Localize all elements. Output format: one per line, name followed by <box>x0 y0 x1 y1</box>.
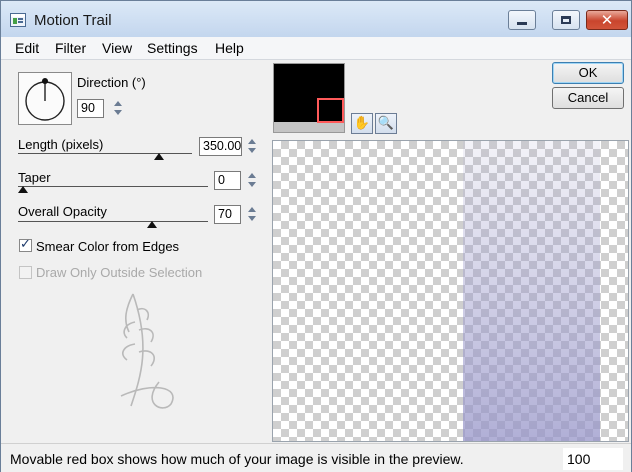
minimize-icon <box>517 22 527 25</box>
length-slider-track[interactable] <box>18 153 192 154</box>
down-arrow-icon <box>248 216 256 221</box>
direction-dial-icon <box>25 78 65 121</box>
smear-checkbox[interactable] <box>19 237 32 252</box>
taper-slider-track[interactable] <box>18 186 208 187</box>
taper-label: Taper <box>18 170 51 185</box>
direction-input[interactable]: 90 <box>77 99 104 118</box>
direction-label: Direction (°) <box>77 75 146 90</box>
menu-view[interactable]: View <box>102 40 132 56</box>
watermark-logo <box>120 293 174 409</box>
up-arrow-icon <box>248 173 256 178</box>
down-arrow-icon <box>248 148 256 153</box>
zoom-level: 100 <box>563 448 623 470</box>
direction-decrement[interactable] <box>110 108 126 117</box>
direction-dial[interactable] <box>18 72 72 125</box>
window-title: Motion Trail <box>34 12 112 29</box>
maximize-button[interactable] <box>552 10 580 30</box>
opacity-increment[interactable] <box>244 205 260 214</box>
pan-tool-button[interactable]: ✋ <box>351 113 373 134</box>
length-increment[interactable] <box>244 137 260 146</box>
taper-slider-thumb[interactable] <box>18 186 28 193</box>
taper-decrement[interactable] <box>244 180 260 189</box>
menu-edit[interactable]: Edit <box>15 40 39 56</box>
down-arrow-icon <box>114 110 122 115</box>
zoom-tool-button[interactable]: 🔍 <box>375 113 397 134</box>
menu-settings[interactable]: Settings <box>147 40 198 56</box>
menu-filter[interactable]: Filter <box>55 40 86 56</box>
minimize-button[interactable] <box>508 10 536 30</box>
up-arrow-icon <box>248 139 256 144</box>
length-spinner[interactable] <box>244 137 260 155</box>
motion-trail-dialog: Motion Trail ✕ Edit Filter View Settings… <box>0 0 632 472</box>
menu-help[interactable]: Help <box>215 40 244 56</box>
draw-outside-checkbox[interactable] <box>19 266 32 279</box>
cancel-button[interactable]: Cancel <box>552 87 624 109</box>
smear-label[interactable]: Smear Color from Edges <box>36 239 179 254</box>
preview-trail <box>463 141 600 441</box>
ok-button[interactable]: OK <box>552 62 624 84</box>
draw-outside-label[interactable]: Draw Only Outside Selection <box>36 265 202 280</box>
direction-increment[interactable] <box>110 99 126 108</box>
hand-icon: ✋ <box>353 116 371 131</box>
direction-spinner[interactable] <box>110 99 126 117</box>
magnifier-icon: 🔍 <box>377 116 395 131</box>
opacity-input[interactable]: 70 <box>214 205 241 224</box>
opacity-spinner[interactable] <box>244 205 260 223</box>
maximize-icon <box>561 16 571 24</box>
close-button[interactable]: ✕ <box>586 10 628 30</box>
status-text: Movable red box shows how much of your i… <box>10 451 464 467</box>
app-icon <box>10 13 26 27</box>
taper-input[interactable]: 0 <box>214 171 241 190</box>
taper-spinner[interactable] <box>244 171 260 189</box>
title-bar[interactable]: Motion Trail ✕ <box>1 1 631 37</box>
opacity-label: Overall Opacity <box>18 204 107 219</box>
length-slider-thumb[interactable] <box>154 153 164 160</box>
down-arrow-icon <box>248 182 256 187</box>
preview-area[interactable] <box>272 140 629 442</box>
status-bar: Movable red box shows how much of your i… <box>1 443 631 472</box>
opacity-slider-track[interactable] <box>18 221 208 222</box>
length-label: Length (pixels) <box>18 137 104 152</box>
navigator-thumbnail[interactable] <box>273 63 345 133</box>
opacity-slider-thumb[interactable] <box>147 221 157 228</box>
visible-area-box[interactable] <box>317 98 344 123</box>
length-input[interactable]: 350.00 <box>199 137 242 156</box>
up-arrow-icon <box>248 207 256 212</box>
up-arrow-icon <box>114 101 122 106</box>
taper-increment[interactable] <box>244 171 260 180</box>
length-decrement[interactable] <box>244 146 260 155</box>
close-icon: ✕ <box>600 10 614 29</box>
opacity-decrement[interactable] <box>244 214 260 223</box>
menu-bar: Edit Filter View Settings Help <box>1 37 631 60</box>
